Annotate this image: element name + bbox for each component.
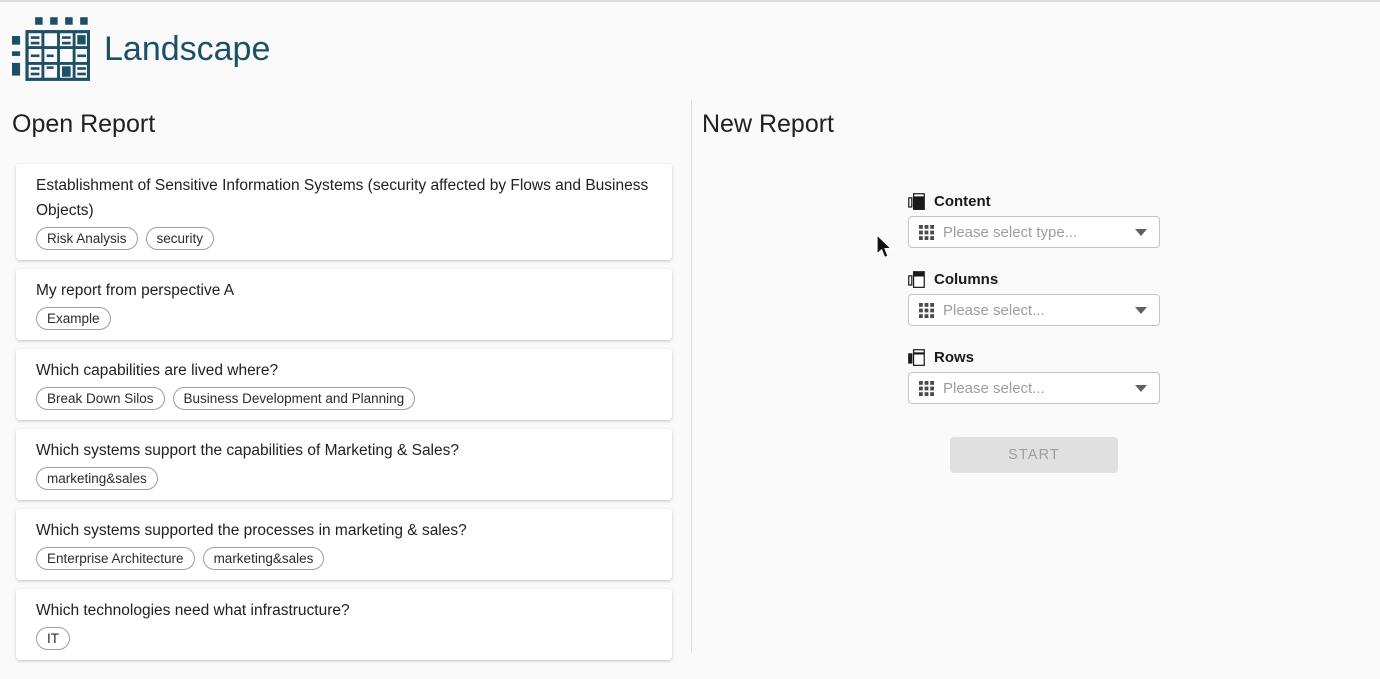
content-select-placeholder: Please select type... [943, 224, 1135, 241]
content-field-group: Content Please select type... [908, 192, 1160, 248]
columns-label-text: Columns [934, 271, 998, 288]
content-label: Content [908, 192, 1160, 210]
report-tag-chip: Risk Analysis [36, 227, 138, 250]
app-header: Landscape [0, 2, 1380, 100]
report-card[interactable]: My report from perspective A Example [16, 269, 672, 340]
report-card[interactable]: Which technologies need what infrastruct… [16, 589, 672, 660]
chevron-down-icon [1135, 307, 1147, 314]
start-button[interactable]: START [950, 437, 1118, 473]
landscape-grid-logo-icon [12, 17, 90, 81]
grid-dots-icon [919, 381, 934, 396]
grid-dots-icon [919, 225, 934, 240]
rows-field-group: Rows Please select... [908, 348, 1160, 404]
report-card[interactable]: Which systems supported the processes in… [16, 509, 672, 580]
new-report-form: Content Please select type... Columns Pleas… [908, 192, 1160, 473]
layout-rows-icon [908, 349, 925, 366]
report-tags: Enterprise Architecture marketing&sales [36, 547, 652, 570]
report-tags: IT [36, 627, 652, 650]
report-title: Which systems supported the processes in… [36, 518, 652, 543]
rows-label-text: Rows [934, 349, 974, 366]
columns-field-group: Columns Please select... [908, 270, 1160, 326]
chevron-down-icon [1135, 229, 1147, 236]
layout-columns-icon [908, 271, 925, 288]
rows-label: Rows [908, 348, 1160, 366]
content-label-text: Content [934, 193, 991, 210]
report-card[interactable]: Which capabilities are lived where? Break… [16, 349, 672, 420]
report-tags: marketing&sales [36, 467, 652, 490]
report-title: Which systems support the capabilities o… [36, 438, 652, 463]
report-card[interactable]: Establishment of Sensitive Information S… [16, 164, 672, 260]
report-title: Establishment of Sensitive Information S… [36, 173, 652, 223]
columns-select-placeholder: Please select... [943, 302, 1135, 319]
report-tags: Break Down Silos Business Development and… [36, 387, 652, 410]
report-card[interactable]: Which systems support the capabilities o… [16, 429, 672, 500]
report-tag-chip: Example [36, 307, 111, 330]
columns-label: Columns [908, 270, 1160, 288]
report-title: My report from perspective A [36, 278, 652, 303]
grid-dots-icon [919, 303, 934, 318]
open-report-panel: Open Report Establishment of Sensitive I… [0, 100, 691, 667]
report-title: Which technologies need what infrastruct… [36, 598, 652, 623]
new-report-title: New Report [702, 109, 1380, 140]
landscape-app: { "header": { "app_name": "Landscape", "… [0, 0, 1380, 679]
layout-content-icon [908, 193, 925, 210]
content-select[interactable]: Please select type... [908, 216, 1160, 248]
report-tags: Example [36, 307, 652, 330]
report-tag-chip: marketing&sales [203, 547, 325, 570]
rows-select[interactable]: Please select... [908, 372, 1160, 404]
columns-select[interactable]: Please select... [908, 294, 1160, 326]
report-tags: Risk Analysis security [36, 227, 652, 250]
report-title: Which capabilities are lived where? [36, 358, 652, 383]
report-tag-chip: security [146, 227, 215, 250]
report-tag-chip: Enterprise Architecture [36, 547, 195, 570]
report-tag-chip: Break Down Silos [36, 387, 165, 410]
app-title: Landscape [104, 30, 270, 69]
open-report-title: Open Report [12, 109, 691, 140]
report-tag-chip: Business Development and Planning [173, 387, 416, 410]
report-tag-chip: marketing&sales [36, 467, 158, 490]
report-list: Establishment of Sensitive Information S… [16, 164, 672, 660]
new-report-panel: New Report ContentPlease select type...C… [691, 100, 1380, 653]
main-content: Open Report Establishment of Sensitive I… [0, 100, 1380, 667]
rows-select-placeholder: Please select... [943, 380, 1135, 397]
chevron-down-icon [1135, 385, 1147, 392]
logo-row: Landscape [12, 17, 1380, 81]
report-tag-chip: IT [36, 627, 70, 650]
